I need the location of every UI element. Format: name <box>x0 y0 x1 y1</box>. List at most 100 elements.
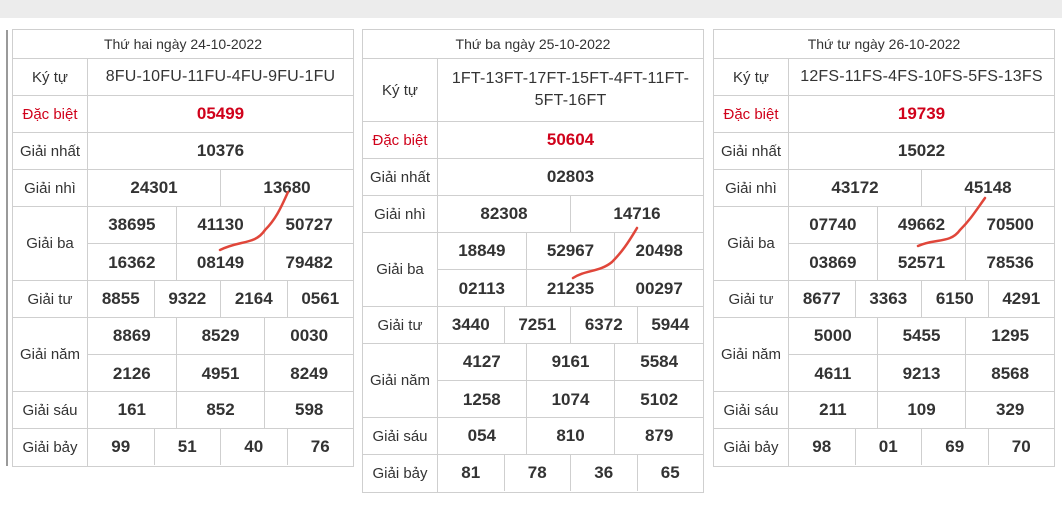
prize-number: 1295 <box>965 318 1054 354</box>
prize-number: 6372 <box>570 307 637 343</box>
prize-number: 054 <box>467 426 497 445</box>
prize-number: 98 <box>812 437 832 456</box>
row-label: Giải nhất <box>714 133 789 169</box>
prize-number: 78536 <box>965 244 1054 281</box>
row-fourth-prize: Giải tư 8855 9322 2164 0561 <box>13 281 353 318</box>
prize-number: 5584 <box>614 344 703 380</box>
prize-number: 5944 <box>636 307 704 343</box>
prize-number: 38695 <box>108 215 156 234</box>
prize-number: 9213 <box>876 355 966 392</box>
prize-number: 8869 <box>112 326 151 345</box>
prize-number: 8249 <box>264 355 353 392</box>
row-sixth-prize: Giải sáu 211 109 329 <box>714 392 1054 429</box>
prize-number: 4611 <box>814 363 852 383</box>
prize-number: 10376 <box>196 141 245 160</box>
row-first-prize: Giải nhất 02803 <box>363 159 703 196</box>
row-label: Giải năm <box>714 318 789 391</box>
row-label: Giải nhất <box>363 159 438 195</box>
row-label: Giải sáu <box>714 392 789 428</box>
prize-number: 02113 <box>458 278 505 298</box>
prize-number: 45148 <box>921 170 1054 206</box>
row-ky-tu: Ký tự 12FS-11FS-4FS-10FS-5FS-13FS <box>714 59 1054 96</box>
special-prize-number: 05499 <box>196 104 245 123</box>
prize-number: 21235 <box>525 270 615 307</box>
results-table-monday: Thứ hai ngày 24-10-2022 Ký tự 8FU-10FU-1… <box>12 29 354 467</box>
prize-number: 01 <box>854 429 922 465</box>
row-label: Giải tư <box>714 281 789 317</box>
prize-number: 20498 <box>614 233 703 269</box>
prize-number: 2126 <box>112 363 151 383</box>
prize-number: 43172 <box>831 178 879 197</box>
row-label: Giải bảy <box>363 455 438 492</box>
row-label: Giải tư <box>363 307 438 343</box>
prize-number: 52967 <box>525 233 615 269</box>
prize-number: 18849 <box>458 241 506 260</box>
ky-tu-value: 8FU-10FU-11FU-4FU-9FU-1FU <box>105 68 336 85</box>
prize-number: 00297 <box>614 270 703 307</box>
row-fourth-prize: Giải tư 3440 7251 6372 5944 <box>363 307 703 344</box>
prize-number: 50727 <box>264 207 353 243</box>
row-fourth-prize: Giải tư 8677 3363 6150 4291 <box>714 281 1054 318</box>
prize-number: 82308 <box>480 204 528 223</box>
results-table-tuesday: Thứ ba ngày 25-10-2022 Ký tự 1FT-13FT-17… <box>362 29 704 493</box>
row-label: Giải sáu <box>13 392 88 428</box>
row-label: Giải sáu <box>363 418 438 454</box>
row-first-prize: Giải nhất 10376 <box>13 133 353 170</box>
prize-number: 70500 <box>965 207 1054 243</box>
row-second-prize: Giải nhì 24301 13680 <box>13 170 353 207</box>
prize-number: 4951 <box>175 355 265 392</box>
prize-number: 7251 <box>503 307 571 343</box>
prize-number: 49662 <box>876 207 966 243</box>
row-label: Giải năm <box>363 344 438 417</box>
prize-number: 51 <box>153 429 221 465</box>
row-seventh-prize: Giải bảy 98 01 69 70 <box>714 429 1054 466</box>
row-label: Ký tự <box>13 59 88 95</box>
prize-number: 211 <box>819 400 847 419</box>
row-label: Đặc biệt <box>714 96 789 132</box>
prize-number: 6150 <box>921 281 988 317</box>
prize-number: 40 <box>220 429 287 465</box>
table-date-header: Thứ hai ngày 24-10-2022 <box>13 30 353 59</box>
row-seventh-prize: Giải bảy 99 51 40 76 <box>13 429 353 466</box>
prize-number: 99 <box>111 437 131 456</box>
prize-number: 41130 <box>175 207 265 243</box>
prize-number: 1258 <box>462 389 501 409</box>
prize-number: 2164 <box>220 281 287 317</box>
prize-number: 0561 <box>286 281 354 317</box>
prize-number: 14716 <box>570 196 703 232</box>
table-date-header: Thứ ba ngày 25-10-2022 <box>363 30 703 59</box>
prize-number: 16362 <box>108 252 156 272</box>
prize-number: 1074 <box>525 381 615 418</box>
prize-number: 9322 <box>153 281 221 317</box>
row-label: Ký tự <box>363 59 438 121</box>
row-label: Giải ba <box>714 207 789 280</box>
row-label: Giải nhì <box>13 170 88 206</box>
prize-number: 36 <box>570 455 637 491</box>
row-seventh-prize: Giải bảy 81 78 36 65 <box>363 455 703 492</box>
prize-number: 8529 <box>175 318 265 354</box>
row-fifth-prize: Giải năm 4127 9161 5584 1258 1074 5102 <box>363 344 703 418</box>
ky-tu-value: 12FS-11FS-4FS-10FS-5FS-13FS <box>800 68 1043 85</box>
special-prize-number: 19739 <box>897 104 946 123</box>
prize-number: 3440 <box>451 315 490 334</box>
row-special-prize: Đặc biệt 50604 <box>363 122 703 159</box>
row-fifth-prize: Giải năm 5000 5455 1295 4611 9213 8568 <box>714 318 1054 392</box>
row-first-prize: Giải nhất 15022 <box>714 133 1054 170</box>
prize-number: 70 <box>987 429 1055 465</box>
prize-number: 9161 <box>525 344 615 380</box>
ky-tu-line: 5FT-16FT <box>534 92 607 109</box>
prize-number: 3363 <box>854 281 922 317</box>
prize-number: 78 <box>503 455 571 491</box>
row-second-prize: Giải nhì 43172 45148 <box>714 170 1054 207</box>
prize-number: 69 <box>921 429 988 465</box>
results-table-wednesday: Thứ tư ngày 26-10-2022 Ký tự 12FS-11FS-4… <box>713 29 1055 467</box>
prize-number: 8855 <box>101 289 140 308</box>
row-label: Giải ba <box>13 207 88 280</box>
row-label: Đặc biệt <box>13 96 88 132</box>
prize-number: 15022 <box>897 141 946 160</box>
prize-number: 0030 <box>264 318 353 354</box>
prize-number: 02803 <box>546 167 595 186</box>
prize-number: 810 <box>525 418 615 454</box>
row-label: Giải tư <box>13 281 88 317</box>
prize-number: 65 <box>636 455 704 491</box>
